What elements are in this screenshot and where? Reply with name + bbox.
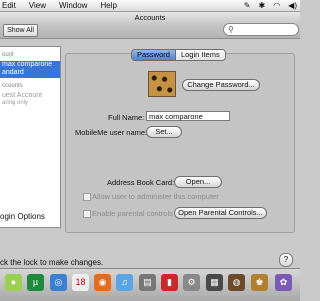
camera-icon[interactable]: ◍ <box>228 274 245 291</box>
section-other-accounts: ccounts <box>2 83 23 89</box>
show-all-button[interactable]: Show All <box>3 24 38 37</box>
dock-app-icon[interactable]: ● <box>5 274 22 291</box>
search-icon: ⚲ <box>228 25 234 34</box>
account-item-guest[interactable]: uest Account <box>2 92 42 99</box>
status-icons: ✎ ✱ ◠ ◀) <box>244 0 297 11</box>
account-tabs: Password Login Items <box>131 49 226 61</box>
menu-bar: Edit View Window Help ✎ ✱ ◠ ◀) <box>0 0 300 12</box>
parental-label: Enable parental controls <box>92 209 173 218</box>
bluetooth-icon[interactable]: ✱ <box>258 1 265 10</box>
account-type: andard <box>2 69 24 76</box>
system-preferences-icon[interactable]: ⚙ <box>183 274 200 291</box>
open-parental-controls-button[interactable]: Open Parental Controls... <box>174 207 267 219</box>
calendar-icon[interactable]: 18 <box>72 274 89 291</box>
full-name-field[interactable]: max comparone <box>146 111 230 121</box>
address-book-open-button[interactable]: Open... <box>174 176 222 188</box>
account-item-max[interactable]: max comparone andard <box>0 61 60 78</box>
search-field[interactable]: ⚲ <box>223 23 299 36</box>
change-password-button[interactable]: Change Password... <box>182 79 260 91</box>
menu-edit[interactable]: Edit <box>2 1 16 10</box>
section-my-account: ount <box>2 52 14 58</box>
account-name: max comparone <box>2 61 53 68</box>
guest-note: aring only <box>2 100 29 106</box>
account-panel <box>65 53 295 233</box>
terminal-icon[interactable]: ▦ <box>206 274 223 291</box>
utorrent-icon[interactable]: µ <box>27 274 44 291</box>
menu-window[interactable]: Window <box>59 1 87 10</box>
photobooth-icon[interactable]: ▮ <box>161 274 178 291</box>
itunes-icon[interactable]: ♫ <box>116 274 133 291</box>
purple-app-icon[interactable]: ✿ <box>275 274 292 291</box>
script-icon[interactable]: ✎ <box>244 1 251 10</box>
mobileme-label: MobileMe user name: <box>75 128 148 137</box>
app-icon[interactable]: ▤ <box>139 274 156 291</box>
menu-view[interactable]: View <box>29 1 46 10</box>
user-picture[interactable] <box>148 71 176 97</box>
tab-password[interactable]: Password <box>132 50 176 60</box>
tab-login-items[interactable]: Login Items <box>175 50 225 60</box>
lock-message: ck the lock to make changes. <box>0 258 104 267</box>
volume-icon[interactable]: ◀) <box>288 1 297 10</box>
menu-help[interactable]: Help <box>100 1 116 10</box>
admin-checkbox[interactable] <box>83 193 91 201</box>
login-options-item[interactable]: ogin Options <box>0 212 45 221</box>
address-book-label: Address Book Card: <box>107 178 175 187</box>
safari-icon[interactable]: ◎ <box>50 274 67 291</box>
game-icon[interactable]: ♚ <box>251 274 268 291</box>
admin-label: Allow user to administer this computer <box>92 192 219 201</box>
wifi-icon[interactable]: ◠ <box>273 1 280 10</box>
window-title: Accounts <box>0 12 300 23</box>
full-name-label: Full Name: <box>108 113 145 122</box>
help-button[interactable]: ? <box>279 253 293 267</box>
firefox-icon[interactable]: ◉ <box>94 274 111 291</box>
parental-checkbox[interactable] <box>83 210 91 218</box>
mobileme-set-button[interactable]: Set... <box>146 126 182 138</box>
accounts-list[interactable]: ount max comparone andard ccounts uest A… <box>0 46 61 228</box>
